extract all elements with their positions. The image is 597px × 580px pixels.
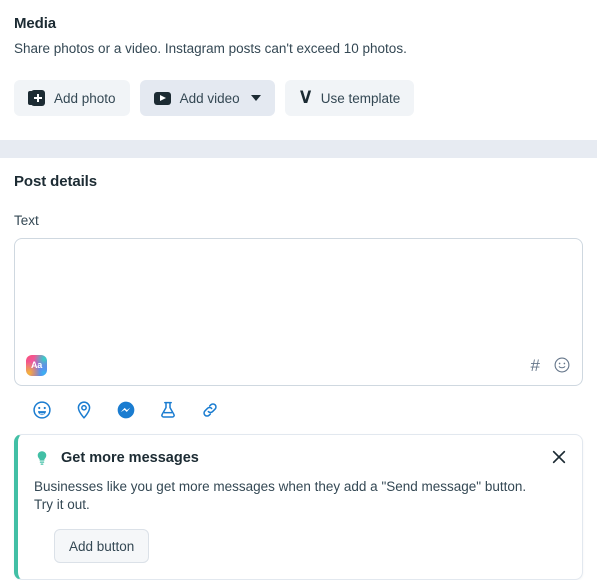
location-pin-icon[interactable] <box>74 400 94 420</box>
aa-text-style-icon[interactable]: Aa <box>26 354 47 376</box>
media-section: Media Share photos or a video. Instagram… <box>0 0 597 116</box>
section-divider-band <box>0 140 597 158</box>
use-template-button[interactable]: V Use template <box>284 80 415 116</box>
post-text-composer[interactable]: Aa # <box>14 238 583 386</box>
lightbulb-icon <box>37 451 47 465</box>
text-field-label: Text <box>14 213 39 228</box>
composer-toolbar: Aa # <box>15 345 582 385</box>
composer-tools-row <box>32 400 583 420</box>
link-icon[interactable] <box>200 400 220 420</box>
post-text-input[interactable] <box>15 239 582 345</box>
tip-card-header: Get more messages <box>34 449 568 467</box>
post-details-title: Post details <box>14 173 97 190</box>
add-photo-label: Add photo <box>54 90 116 106</box>
composer-toolbar-right: # <box>531 356 571 374</box>
template-v-icon: V <box>299 87 311 108</box>
chevron-down-icon[interactable] <box>250 95 261 101</box>
add-button[interactable]: Add button <box>54 529 150 563</box>
messenger-icon[interactable] <box>116 400 136 420</box>
tip-card-body: Businesses like you get more messages wh… <box>34 479 527 512</box>
photo-stack-icon <box>28 89 45 107</box>
add-video-button[interactable]: Add video <box>139 80 275 116</box>
tip-card-title: Get more messages <box>61 450 199 466</box>
get-more-messages-card: Get more messages Businesses like you ge… <box>14 434 583 580</box>
add-photo-button[interactable]: Add photo <box>14 80 130 116</box>
feeling-activity-icon[interactable] <box>32 400 52 420</box>
close-icon[interactable] <box>548 446 570 468</box>
media-section-description: Share photos or a video. Instagram posts… <box>14 41 407 56</box>
add-video-label: Add video <box>179 90 240 106</box>
flask-experiment-icon[interactable] <box>158 400 178 420</box>
media-section-title: Media <box>14 15 57 32</box>
use-template-label: Use template <box>320 90 401 106</box>
video-play-icon <box>153 91 171 105</box>
hashtag-icon[interactable]: # <box>531 357 540 374</box>
emoji-smiley-icon[interactable] <box>553 356 571 374</box>
media-buttons-group: Add photo Add video V Use template <box>14 80 583 116</box>
post-details-section: Post details Text Aa # <box>0 158 597 420</box>
